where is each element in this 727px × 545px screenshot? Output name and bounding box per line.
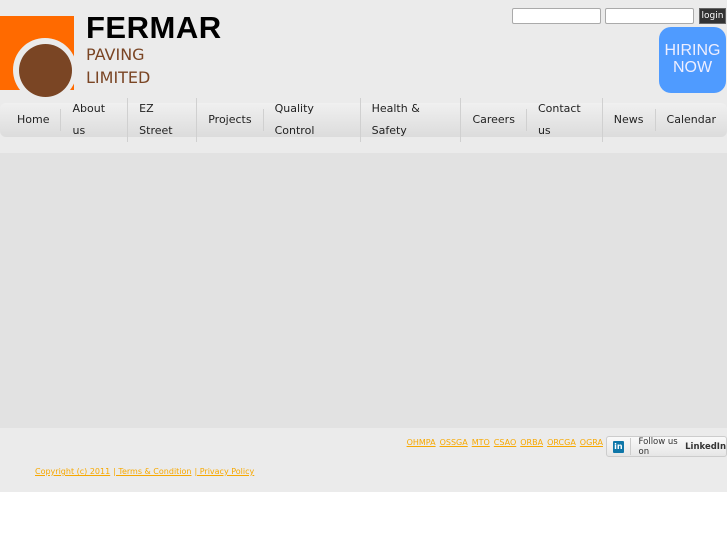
hiring-line1: HIRING	[664, 42, 721, 59]
linkedin-follow-button[interactable]: in Follow us on LinkedIn	[606, 436, 727, 457]
login-button[interactable]: login	[699, 8, 726, 24]
logo-line1: PAVING	[86, 45, 145, 64]
privacy-link[interactable]: | Privacy Policy	[194, 467, 254, 476]
logo-line2: LIMITED	[86, 68, 151, 87]
password-input[interactable]	[605, 8, 694, 24]
logo-brand: FERMAR	[86, 10, 222, 45]
login-form: login	[512, 8, 726, 24]
nav-ez-street[interactable]: EZ Street	[128, 98, 198, 142]
nav-quality-control[interactable]: Quality Control	[264, 98, 361, 142]
nav-health-safety[interactable]: Health & Safety	[361, 98, 462, 142]
nav-about-us[interactable]: About us	[61, 98, 129, 142]
hiring-line2: NOW	[672, 59, 713, 76]
nav-news[interactable]: News	[603, 109, 656, 131]
copyright-link[interactable]: Copyright (c) 2011	[35, 467, 110, 476]
nav-projects[interactable]: Projects	[197, 109, 264, 131]
hiring-now-button[interactable]: HIRING NOW	[659, 27, 726, 93]
link-mto[interactable]: MTO	[472, 438, 490, 447]
header: FERMAR PAVING LIMITED login HIRING NOW H…	[0, 0, 727, 153]
org-links: OHMPA OSSGA MTO CSAO ORBA ORCGA OGRA	[407, 438, 603, 447]
linkedin-bold: LinkedIn	[685, 441, 727, 452]
link-orba[interactable]: ORBA	[520, 438, 543, 447]
link-ohmpa[interactable]: OHMPA	[407, 438, 436, 447]
nav-contact-us[interactable]: Contact us	[527, 98, 603, 142]
content-area	[0, 153, 727, 428]
link-ogra[interactable]: OGRA	[580, 438, 603, 447]
nav-careers[interactable]: Careers	[461, 109, 527, 131]
terms-link[interactable]: | Terms & Condition	[113, 467, 191, 476]
linkedin-text: Follow us on	[638, 436, 678, 457]
link-ossga[interactable]: OSSGA	[440, 438, 468, 447]
footer: OHMPA OSSGA MTO CSAO ORBA ORCGA OGRA in …	[0, 428, 727, 492]
logo[interactable]: FERMAR PAVING LIMITED	[0, 10, 225, 102]
copyright-bar: Copyright (c) 2011 | Terms & Condition |…	[35, 467, 254, 476]
logo-disc	[19, 44, 72, 97]
nav-home[interactable]: Home	[6, 109, 62, 131]
main-nav: Home About us EZ Street Projects Quality…	[0, 98, 727, 142]
link-orcga[interactable]: ORCGA	[547, 438, 576, 447]
username-input[interactable]	[512, 8, 601, 24]
link-csao[interactable]: CSAO	[494, 438, 516, 447]
divider	[629, 438, 631, 455]
nav-calendar[interactable]: Calendar	[656, 109, 727, 131]
linkedin-icon: in	[613, 440, 624, 453]
